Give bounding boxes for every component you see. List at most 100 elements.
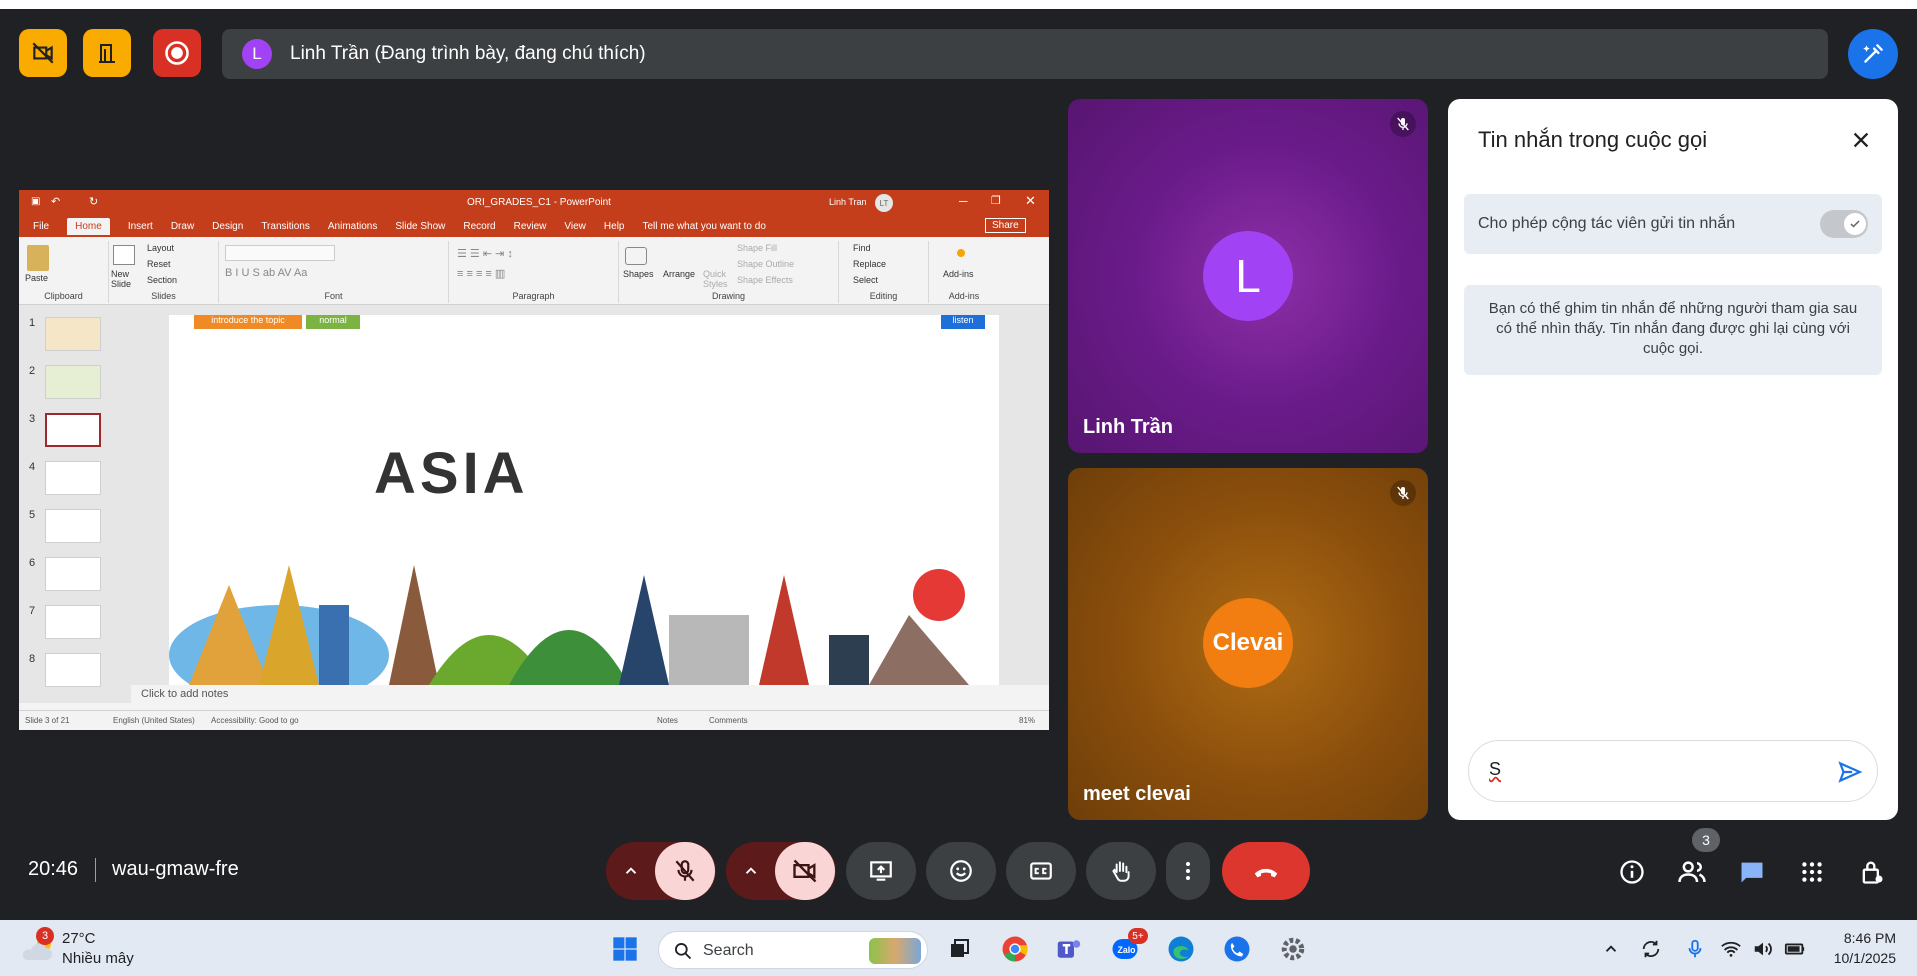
show-hidden-icons-button[interactable] (1602, 940, 1620, 963)
redo-icon[interactable]: ↻ (89, 195, 98, 208)
list-icons[interactable]: ☰ ☰ ⇤ ⇥ ↕ (457, 247, 513, 260)
share-button[interactable]: Share (985, 218, 1026, 233)
shape-outline-button[interactable]: Shape Outline (737, 259, 794, 269)
task-view-button[interactable] (942, 932, 976, 966)
undo-icon[interactable]: ↶ (51, 195, 60, 208)
slide-thumbnail-4[interactable] (45, 461, 101, 495)
tab-animations[interactable]: Animations (328, 221, 377, 232)
recording-indicator-button[interactable] (153, 29, 201, 77)
arrange-label[interactable]: Arrange (663, 269, 695, 279)
restore-icon[interactable]: ❐ (991, 194, 1001, 207)
section-button[interactable]: Section (147, 275, 177, 285)
video-options-button[interactable] (727, 862, 775, 880)
meeting-details-button[interactable] (1612, 852, 1652, 892)
volume-tray-button[interactable] (1752, 938, 1774, 965)
reset-button[interactable]: Reset (147, 259, 171, 269)
slide-thumbnail-8[interactable] (45, 653, 101, 687)
raise-hand-button[interactable] (1086, 842, 1156, 900)
activities-button[interactable] (1792, 852, 1832, 892)
accessibility-status[interactable]: Accessibility: Good to go (211, 716, 299, 725)
participant-tile-clevai[interactable]: Clevai meet clevai (1068, 468, 1428, 820)
font-format-icons[interactable]: B I U S ab AV Aa (225, 267, 307, 279)
tab-design[interactable]: Design (212, 221, 243, 232)
chat-message-input[interactable]: S (1468, 740, 1878, 802)
people-button[interactable] (1672, 852, 1712, 892)
annotate-button[interactable] (1848, 29, 1898, 79)
shape-fill-button[interactable]: Shape Fill (737, 243, 777, 253)
present-screen-button[interactable] (846, 842, 916, 900)
edge-app-button[interactable] (1164, 932, 1198, 966)
minimize-icon[interactable]: ─ (959, 194, 968, 208)
new-slide-icon[interactable] (113, 245, 135, 265)
slide-thumbnail-5[interactable] (45, 509, 101, 543)
slide-thumbnail-7[interactable] (45, 605, 101, 639)
language-status[interactable]: English (United States) (113, 716, 195, 725)
replace-button[interactable]: Replace (853, 259, 886, 269)
close-icon[interactable]: ✕ (1025, 193, 1036, 209)
tab-review[interactable]: Review (514, 221, 547, 232)
paste-label[interactable]: Paste (25, 273, 48, 283)
find-button[interactable]: Find (853, 243, 871, 253)
slide-thumbnail-3[interactable] (45, 413, 101, 447)
phone-app-button[interactable] (1220, 932, 1254, 966)
battery-tray-button[interactable] (1784, 938, 1806, 965)
participant-tile-linh[interactable]: L Linh Trần (1068, 99, 1428, 453)
tab-insert[interactable]: Insert (128, 221, 153, 232)
start-button[interactable] (608, 932, 642, 966)
notes-button[interactable]: Notes (657, 716, 678, 725)
tab-view[interactable]: View (564, 221, 586, 232)
more-options-button[interactable] (1166, 842, 1210, 900)
audio-options-button[interactable] (607, 862, 655, 880)
tab-home[interactable]: Home (67, 217, 110, 235)
wifi-tray-button[interactable] (1720, 938, 1742, 965)
tab-file[interactable]: File (33, 221, 49, 232)
save-icon[interactable]: ▣ (31, 196, 40, 207)
captions-button[interactable] (1006, 842, 1076, 900)
align-icons[interactable]: ≡ ≡ ≡ ≡ ▥ (457, 267, 505, 280)
leave-call-button[interactable] (1222, 842, 1310, 900)
comments-button[interactable]: Comments (709, 716, 748, 725)
presenter-banner[interactable]: L Linh Trần (Đang trình bày, đang chú th… (222, 29, 1828, 79)
sync-tray-button[interactable] (1640, 938, 1662, 965)
door-indicator-button[interactable] (83, 29, 131, 77)
layout-button[interactable]: Layout (147, 243, 174, 253)
close-chat-button[interactable] (1850, 129, 1872, 156)
microphone-tray-button[interactable] (1684, 938, 1706, 965)
weather-description[interactable]: Nhiều mây (62, 950, 134, 967)
host-controls-button[interactable] (1852, 852, 1892, 892)
microphone-toggle-button[interactable] (655, 842, 715, 900)
zoom-level[interactable]: 81% (1019, 716, 1035, 725)
camera-off-indicator-button[interactable] (19, 29, 67, 77)
new-slide-label[interactable]: New Slide (111, 269, 143, 289)
camera-toggle-button[interactable] (775, 842, 835, 900)
font-family-box[interactable] (225, 245, 335, 261)
notes-placeholder[interactable]: Click to add notes (131, 685, 1049, 703)
teams-app-button[interactable] (1052, 932, 1086, 966)
addins-icon[interactable] (957, 249, 965, 257)
taskbar-time[interactable]: 8:46 PM (1836, 930, 1896, 946)
tab-slide-show[interactable]: Slide Show (395, 221, 445, 232)
select-button[interactable]: Select (853, 275, 878, 285)
taskbar-search-box[interactable]: Search (658, 931, 928, 969)
chat-input-value[interactable]: S (1489, 759, 1501, 780)
chrome-app-button[interactable] (998, 932, 1032, 966)
reactions-button[interactable] (926, 842, 996, 900)
slide-thumbnail-6[interactable] (45, 557, 101, 591)
tab-help[interactable]: Help (604, 221, 625, 232)
weather-temperature[interactable]: 27°C (62, 930, 96, 947)
allow-messages-toggle[interactable] (1820, 210, 1868, 238)
tab-draw[interactable]: Draw (171, 221, 194, 232)
ppt-user-avatar[interactable]: LT (875, 194, 893, 212)
taskbar-date[interactable]: 10/1/2025 (1818, 950, 1896, 966)
shapes-label[interactable]: Shapes (623, 269, 654, 279)
current-slide[interactable] (169, 315, 999, 685)
tab-record[interactable]: Record (463, 221, 495, 232)
send-message-button[interactable] (1837, 759, 1863, 790)
slide-thumbnail-1[interactable] (45, 317, 101, 351)
addins-button[interactable]: Add-ins (943, 269, 974, 279)
shapes-icon[interactable] (625, 247, 647, 265)
tab-transitions[interactable]: Transitions (261, 221, 310, 232)
chat-button[interactable] (1732, 852, 1772, 892)
settings-app-button[interactable] (1276, 932, 1310, 966)
tell-me-search[interactable]: Tell me what you want to do (642, 221, 765, 232)
